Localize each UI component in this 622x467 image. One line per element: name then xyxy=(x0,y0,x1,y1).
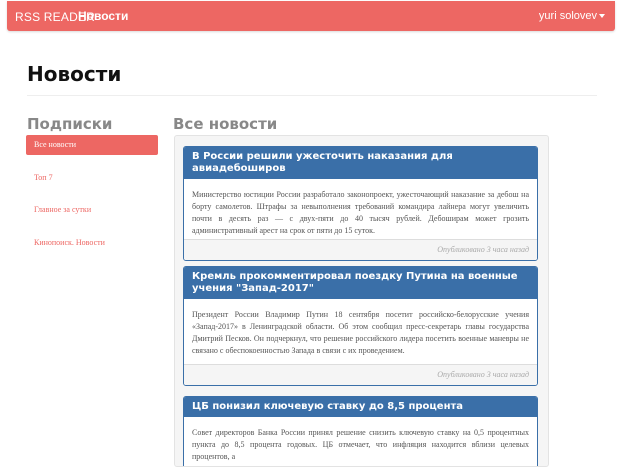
news-card-published: Опубликовано 3 часа назад xyxy=(437,370,529,379)
feed-title: Все новости xyxy=(173,115,278,133)
sidebar-item-main-daily[interactable]: Главное за сутки xyxy=(26,200,158,220)
news-card-body: Совет директоров Банка России принял реш… xyxy=(192,428,529,461)
sidebar-item-top7[interactable]: Топ 7 xyxy=(26,168,158,188)
news-card-body: Министерство юстиции России разработало … xyxy=(192,190,529,235)
news-card-title[interactable]: ЦБ понизил ключевую ставку до 8,5 процен… xyxy=(184,397,537,417)
news-card-title[interactable]: Кремль прокомментировал поездку Путина н… xyxy=(184,267,537,299)
sidebar-item-all-news[interactable]: Все новости xyxy=(26,135,158,155)
news-feed[interactable]: В России решили ужесточить наказания для… xyxy=(174,135,549,467)
page-title: Новости xyxy=(27,62,122,86)
news-card: В России решили ужесточить наказания для… xyxy=(183,146,538,261)
sidebar-title: Подписки xyxy=(27,115,113,133)
top-navbar: RSS READER Новости yuri solovev xyxy=(7,1,615,31)
chevron-down-icon xyxy=(599,14,605,19)
news-card-footer: Опубликовано 3 часа назад xyxy=(184,239,537,260)
header-divider xyxy=(27,95,597,96)
user-menu[interactable]: yuri solovev xyxy=(539,10,605,22)
user-name: yuri solovev xyxy=(538,10,597,22)
news-card-published: Опубликовано 3 часа назад xyxy=(437,245,529,254)
news-card-title[interactable]: В России решили ужесточить наказания для… xyxy=(184,147,537,179)
news-card-body: Президент России Владимир Путин 18 сентя… xyxy=(192,310,529,355)
news-card-footer: Опубликовано 3 часа назад xyxy=(184,364,537,385)
news-card: ЦБ понизил ключевую ставку до 8,5 процен… xyxy=(183,396,538,466)
subscription-list: Все новости Топ 7 Главное за сутки Киноп… xyxy=(26,135,158,266)
nav-link-news[interactable]: Новости xyxy=(78,9,128,23)
sidebar-item-kinopoisk[interactable]: Кинопоиск. Новости xyxy=(26,233,158,253)
news-card: Кремль прокомментировал поездку Путина н… xyxy=(183,266,538,386)
